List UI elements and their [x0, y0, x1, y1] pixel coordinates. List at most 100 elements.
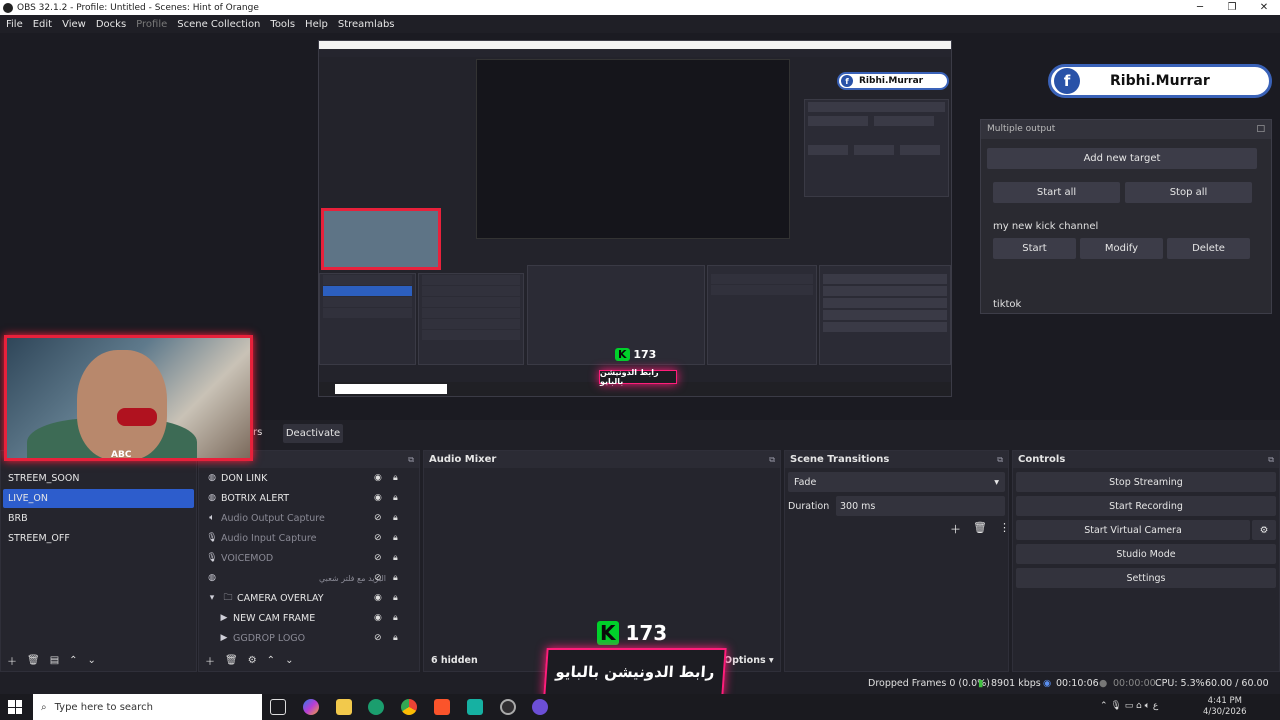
menu-docks[interactable]: Docks	[96, 19, 126, 30]
dock-float-icon[interactable]: ⧉	[1268, 455, 1274, 465]
panel-close-icon[interactable]: □	[1256, 124, 1265, 135]
virtual-camera-settings-gear-icon[interactable]: ⚙	[1252, 520, 1276, 540]
lock-icon[interactable]: 🔒︎	[393, 593, 398, 603]
menu-streamlabs[interactable]: Streamlabs	[338, 19, 395, 30]
settings-button[interactable]: Settings	[1016, 568, 1276, 588]
visibility-eye-icon[interactable]: ◉	[374, 493, 382, 503]
more-options-icon[interactable]: ⋮	[999, 521, 1010, 537]
stop-all-button[interactable]: Stop all	[1125, 182, 1252, 203]
hidden-eye-icon[interactable]: ⊘	[374, 533, 382, 543]
visibility-eye-icon[interactable]: ◉	[374, 593, 382, 603]
move-down-icon[interactable]: ⌄	[285, 655, 293, 666]
search-icon: ⌕	[41, 701, 47, 713]
transition-select[interactable]: Fade ▾	[788, 472, 1005, 492]
menu-tools[interactable]: Tools	[270, 19, 295, 30]
taskbar-search[interactable]: ⌕ Type here to search	[33, 694, 262, 720]
source-item[interactable]: ◍ البريد مع فلتر شعبي ⊘ 🔒︎	[199, 568, 419, 588]
lock-icon[interactable]: 🔒︎	[393, 633, 398, 643]
deactivate-button[interactable]: Deactivate	[283, 424, 343, 443]
hidden-eye-icon[interactable]: ⊘	[374, 513, 382, 523]
scene-filters-icon[interactable]: ▤	[50, 655, 59, 666]
start-all-button[interactable]: Start all	[993, 182, 1120, 203]
dock-float-icon[interactable]: ⧉	[408, 455, 414, 465]
tray-icons[interactable]: ⌃ 🎙︎ ▭ ⌂ 🔈︎ ع	[1100, 701, 1158, 711]
dock-float-icon[interactable]: ⧉	[997, 455, 1003, 465]
scenes-dock: STREEM_SOON LIVE_ON BRB STREEM_OFF ＋ 🗑 ▤…	[0, 450, 197, 672]
task-view-icon[interactable]	[270, 699, 286, 715]
source-item[interactable]: ▶ NEW CAM FRAME ◉ 🔒︎	[199, 608, 419, 628]
add-transition-icon[interactable]: ＋	[950, 521, 961, 537]
channel-modify-button[interactable]: Modify	[1080, 238, 1163, 259]
remove-transition-icon[interactable]: 🗑	[973, 521, 987, 537]
menu-help[interactable]: Help	[305, 19, 328, 30]
nested-kick-counter: K 173	[615, 348, 656, 361]
studio-mode-button[interactable]: Studio Mode	[1016, 544, 1276, 564]
record-status-icon: ●	[1099, 678, 1108, 689]
stop-streaming-button[interactable]: Stop Streaming	[1016, 472, 1276, 492]
start-windows-icon[interactable]	[8, 700, 22, 714]
close-button[interactable]: ✕	[1248, 0, 1280, 15]
lock-icon[interactable]: 🔒︎	[393, 493, 398, 503]
menu-edit[interactable]: Edit	[33, 19, 52, 30]
add-scene-icon[interactable]: ＋	[7, 653, 17, 668]
lock-icon[interactable]: 🔒︎	[393, 513, 398, 523]
source-properties-icon[interactable]: ⚙	[248, 655, 257, 666]
edge-icon[interactable]	[368, 699, 384, 715]
menu-bar: File Edit View Docks Profile Scene Colle…	[0, 15, 1280, 33]
clock[interactable]: 4:41 PM 4/30/2026	[1203, 696, 1247, 718]
hidden-count: 6 hidden	[431, 655, 478, 666]
mixer-options-button[interactable]: Options ▾	[724, 655, 774, 666]
source-group[interactable]: ▾ 🗀 CAMERA OVERLAY ◉ 🔒︎	[199, 588, 419, 608]
nested-multiple-output	[804, 99, 949, 197]
move-up-icon[interactable]: ⌃	[69, 655, 77, 666]
remove-scene-icon[interactable]: 🗑	[27, 655, 40, 666]
lock-icon[interactable]: 🔒︎	[393, 553, 398, 563]
scene-item[interactable]: BRB	[3, 509, 194, 528]
minimize-button[interactable]: ─	[1184, 0, 1216, 15]
maximize-button[interactable]: ❐	[1216, 0, 1248, 15]
streamlabs-icon[interactable]	[467, 699, 483, 715]
scene-transitions-dock: Scene Transitions ⧉ Fade ▾ Duration 300 ms…	[784, 450, 1010, 672]
move-up-icon[interactable]: ⌃	[267, 655, 275, 666]
scene-item[interactable]: STREEM_OFF	[3, 529, 194, 548]
menu-profile[interactable]: Profile	[136, 19, 167, 30]
add-new-target-button[interactable]: Add new target	[987, 148, 1257, 169]
duration-input[interactable]: 300 ms	[836, 496, 1005, 516]
start-virtual-camera-button[interactable]: Start Virtual Camera	[1016, 520, 1250, 540]
channel-delete-button[interactable]: Delete	[1167, 238, 1250, 259]
hidden-eye-icon[interactable]: ⊘	[374, 573, 382, 583]
lock-icon[interactable]: 🔒︎	[393, 613, 398, 623]
hidden-eye-icon[interactable]: ⊘	[374, 633, 382, 643]
remove-source-icon[interactable]: 🗑	[225, 655, 238, 666]
hidden-eye-icon[interactable]: ⊘	[374, 553, 382, 563]
obs-icon[interactable]	[500, 699, 516, 715]
dock-float-icon[interactable]: ⧉	[769, 455, 775, 465]
menu-view[interactable]: View	[62, 19, 86, 30]
source-item[interactable]: 🎙︎ VOICEMOD ⊘ 🔒︎	[199, 548, 419, 568]
lock-icon[interactable]: 🔒︎	[393, 533, 398, 543]
source-item[interactable]: ◍ DON LINK ◉ 🔒︎	[199, 468, 419, 488]
source-item[interactable]: ▶ GGDROP LOGO ⊘ 🔒︎	[199, 628, 419, 648]
lock-icon[interactable]: 🔒︎	[393, 473, 398, 483]
menu-file[interactable]: File	[6, 19, 23, 30]
chevron-down-icon[interactable]: ▾	[205, 593, 219, 603]
source-item[interactable]: ◍ BOTRIX ALERT ◉ 🔒︎	[199, 488, 419, 508]
start-recording-button[interactable]: Start Recording	[1016, 496, 1276, 516]
source-item[interactable]: 🎙︎ Audio Input Capture ⊘ 🔒︎	[199, 528, 419, 548]
filters-button-partial[interactable]: rs	[253, 427, 262, 438]
lock-icon[interactable]: 🔒︎	[393, 573, 398, 583]
visibility-eye-icon[interactable]: ◉	[374, 613, 382, 623]
copilot-icon[interactable]	[303, 699, 319, 715]
menu-scene-collection[interactable]: Scene Collection	[177, 19, 260, 30]
channel-start-button[interactable]: Start	[993, 238, 1076, 259]
source-item[interactable]: 🔈︎ Audio Output Capture ⊘ 🔒︎	[199, 508, 419, 528]
brave-icon[interactable]	[434, 699, 450, 715]
chrome-icon[interactable]	[401, 699, 417, 715]
scene-item[interactable]: STREEM_SOON	[3, 469, 194, 488]
visibility-eye-icon[interactable]: ◉	[374, 473, 382, 483]
discord-icon[interactable]	[532, 699, 548, 715]
scene-item-selected[interactable]: LIVE_ON	[3, 489, 194, 508]
file-explorer-icon[interactable]	[336, 699, 352, 715]
add-source-icon[interactable]: ＋	[205, 653, 215, 668]
move-down-icon[interactable]: ⌄	[88, 655, 96, 666]
